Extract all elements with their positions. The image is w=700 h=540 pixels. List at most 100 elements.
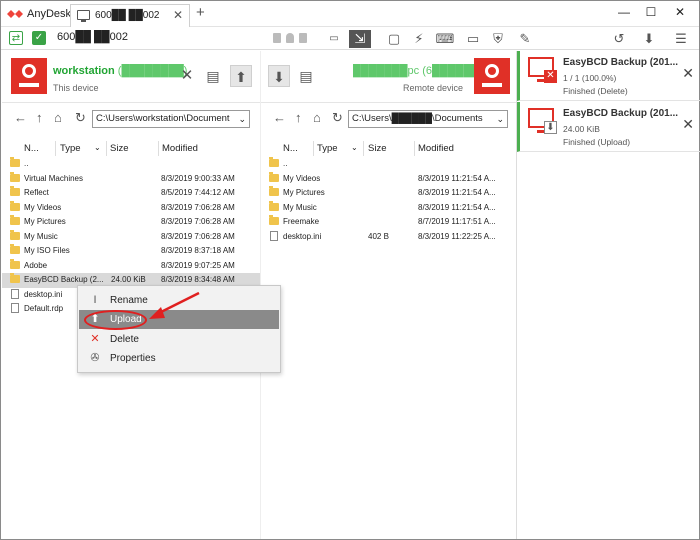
menu-item-properties[interactable]: ✇ Properties xyxy=(79,349,279,368)
file-modified: 8/7/2019 11:17:51 A... xyxy=(418,217,496,226)
new-file-icon[interactable]: ▤ xyxy=(202,65,224,87)
delete-badge-icon: ✕ xyxy=(544,70,557,83)
col-modified[interactable]: Modified xyxy=(162,143,198,154)
display-icon[interactable]: ▭ xyxy=(323,30,345,48)
transfer-status: Finished (Delete) xyxy=(563,86,628,96)
remote-device-name: ███████pc (6███████) xyxy=(353,65,491,77)
local-path-input[interactable]: C:\Users\workstation\Document ⌄ xyxy=(92,110,250,128)
session-tab[interactable]: 600██ ██002 ✕ xyxy=(70,4,190,27)
file-name: My ISO Files xyxy=(24,246,70,255)
refresh-icon[interactable]: ↻ xyxy=(75,110,86,126)
delete-icon: ✕ xyxy=(90,333,100,345)
file-name: Reflect xyxy=(24,188,49,197)
file-modified: 8/3/2019 7:06:28 AM xyxy=(161,217,235,226)
col-size[interactable]: Size xyxy=(110,143,128,154)
col-size[interactable]: Size xyxy=(368,143,386,154)
remote-nav-bar: ← ↑ ⌂ ↻ C:\Users\██████\Documents ⌄ xyxy=(261,107,516,129)
col-name[interactable]: N... xyxy=(24,143,39,154)
file-modified: 8/5/2019 7:44:12 AM xyxy=(161,188,235,197)
clipboard-icon xyxy=(299,33,307,43)
new-tab-button[interactable]: + xyxy=(196,4,205,21)
close-local-icon[interactable]: ✕ xyxy=(176,65,198,87)
dismiss-transfer-icon[interactable]: ✕ xyxy=(682,65,694,82)
back-icon[interactable]: ← xyxy=(14,110,27,125)
menu-item-delete[interactable]: ✕ Delete xyxy=(79,330,279,349)
file-row[interactable]: My Pictures 8/3/2019 7:06:28 AM xyxy=(2,215,260,230)
file-row[interactable]: Reflect 8/5/2019 7:44:12 AM xyxy=(2,186,260,201)
folder-icon xyxy=(10,200,20,211)
transfer-item[interactable]: ⬇ EasyBCD Backup (201... 24.00 KiB Finis… xyxy=(517,102,700,152)
whiteboard-icon[interactable]: ✎ xyxy=(514,30,536,48)
new-file-icon[interactable]: ▤ xyxy=(295,65,317,87)
chevron-down-icon[interactable]: ⌄ xyxy=(496,111,504,127)
file-row[interactable]: My Videos 8/3/2019 11:21:54 A... xyxy=(261,171,516,187)
connection-status-icon: ⇄ xyxy=(9,31,23,45)
local-device-avatar xyxy=(11,58,47,94)
monitor-icon[interactable]: ▭ xyxy=(462,30,484,48)
permissions-icon[interactable]: ⛨ xyxy=(487,30,509,48)
col-type[interactable]: Type xyxy=(317,143,338,154)
verified-icon: ✓ xyxy=(32,31,46,45)
local-nav-bar: ← ↑ ⌂ ↻ C:\Users\workstation\Document ⌄ xyxy=(2,107,260,129)
transfer-progress: 1 / 1 (100.0%) xyxy=(563,73,617,83)
file-row[interactable]: Freemake 8/7/2019 11:17:51 A... xyxy=(261,215,516,230)
file-row[interactable]: .. xyxy=(2,157,260,172)
file-icon xyxy=(11,288,19,299)
home-icon[interactable]: ⌂ xyxy=(54,110,62,125)
remote-path-input[interactable]: C:\Users\██████\Documents ⌄ xyxy=(348,110,508,128)
up-icon[interactable]: ↑ xyxy=(295,110,302,125)
session-toolbar: ⇄ ✓ 600██ ██002 ▭ ⇲ ▢ ⚡ ⌨ ▭ ⛨ ✎ ↺ ⬇ ☰ xyxy=(1,28,699,50)
transfer-item[interactable]: ✕ EasyBCD Backup (201... 1 / 1 (100.0%) … xyxy=(517,51,700,101)
tab-label: 600██ ██002 xyxy=(95,10,160,21)
monitor-icon xyxy=(77,10,90,22)
minimize-button[interactable]: — xyxy=(614,5,634,23)
save-icon[interactable]: ⬇ xyxy=(638,30,660,48)
file-row[interactable]: My Videos 8/3/2019 7:06:28 AM xyxy=(2,200,260,216)
file-modified: 8/3/2019 11:21:54 A... xyxy=(418,173,496,183)
file-name: .. xyxy=(24,159,29,168)
actions-icon[interactable]: ⚡ xyxy=(408,30,430,48)
maximize-button[interactable]: ☐ xyxy=(641,5,661,23)
address-field[interactable]: 600██ ██002 xyxy=(57,31,128,43)
up-icon[interactable]: ↑ xyxy=(36,110,43,125)
download-icon[interactable]: ⬇ xyxy=(268,65,290,87)
chevron-down-icon[interactable]: ⌄ xyxy=(238,111,246,127)
annotation-arrow-icon xyxy=(149,291,200,319)
refresh-icon[interactable]: ↻ xyxy=(332,110,343,126)
menu-item-label: Rename xyxy=(110,295,148,306)
dismiss-transfer-icon[interactable]: ✕ xyxy=(682,116,694,133)
file-name: Freemake xyxy=(283,217,320,226)
back-icon[interactable]: ← xyxy=(273,110,286,125)
folder-icon xyxy=(10,229,20,240)
file-row[interactable]: My Music 8/3/2019 7:06:28 AM xyxy=(2,229,260,245)
sort-chevron-icon: ⌄ xyxy=(94,143,101,152)
folder-icon xyxy=(10,186,20,196)
file-row[interactable]: desktop.ini 402 B 8/3/2019 11:22:25 A... xyxy=(261,230,516,245)
file-transfer-icon[interactable]: ⇲ xyxy=(349,30,371,48)
keyboard-icon[interactable]: ⌨ xyxy=(434,30,456,48)
wrench-icon: ✇ xyxy=(90,352,100,364)
close-window-button[interactable]: ✕ xyxy=(670,5,690,23)
file-name: Default.rdp xyxy=(24,304,64,313)
file-size: 402 B xyxy=(368,231,389,241)
sort-chevron-icon: ⌄ xyxy=(351,143,358,152)
title-bar: AnyDesk 600██ ██002 ✕ + — ☐ ✕ xyxy=(1,1,699,27)
menu-icon[interactable]: ☰ xyxy=(670,30,692,48)
chat-icon[interactable]: ▢ xyxy=(383,30,405,48)
tab-close-icon[interactable]: ✕ xyxy=(173,8,183,22)
file-modified: 8/3/2019 7:06:28 AM xyxy=(161,202,235,212)
file-modified: 8/3/2019 11:21:54 A... xyxy=(418,202,496,212)
col-modified[interactable]: Modified xyxy=(418,143,454,154)
lock-icon xyxy=(273,33,281,43)
file-row[interactable]: Virtual Machines 8/3/2019 9:00:33 AM xyxy=(2,171,260,187)
col-name[interactable]: N... xyxy=(283,143,298,154)
col-type[interactable]: Type xyxy=(60,143,81,154)
home-icon[interactable]: ⌂ xyxy=(313,110,321,125)
file-row[interactable]: Adobe 8/3/2019 9:07:25 AM xyxy=(2,258,260,274)
file-row[interactable]: .. xyxy=(261,157,516,172)
file-row[interactable]: My Pictures 8/3/2019 11:21:54 A... xyxy=(261,186,516,201)
history-icon[interactable]: ↺ xyxy=(608,30,630,48)
file-row[interactable]: My Music 8/3/2019 11:21:54 A... xyxy=(261,200,516,216)
file-row[interactable]: My ISO Files 8/3/2019 8:37:18 AM xyxy=(2,244,260,259)
upload-icon[interactable]: ⬆ xyxy=(230,65,252,87)
